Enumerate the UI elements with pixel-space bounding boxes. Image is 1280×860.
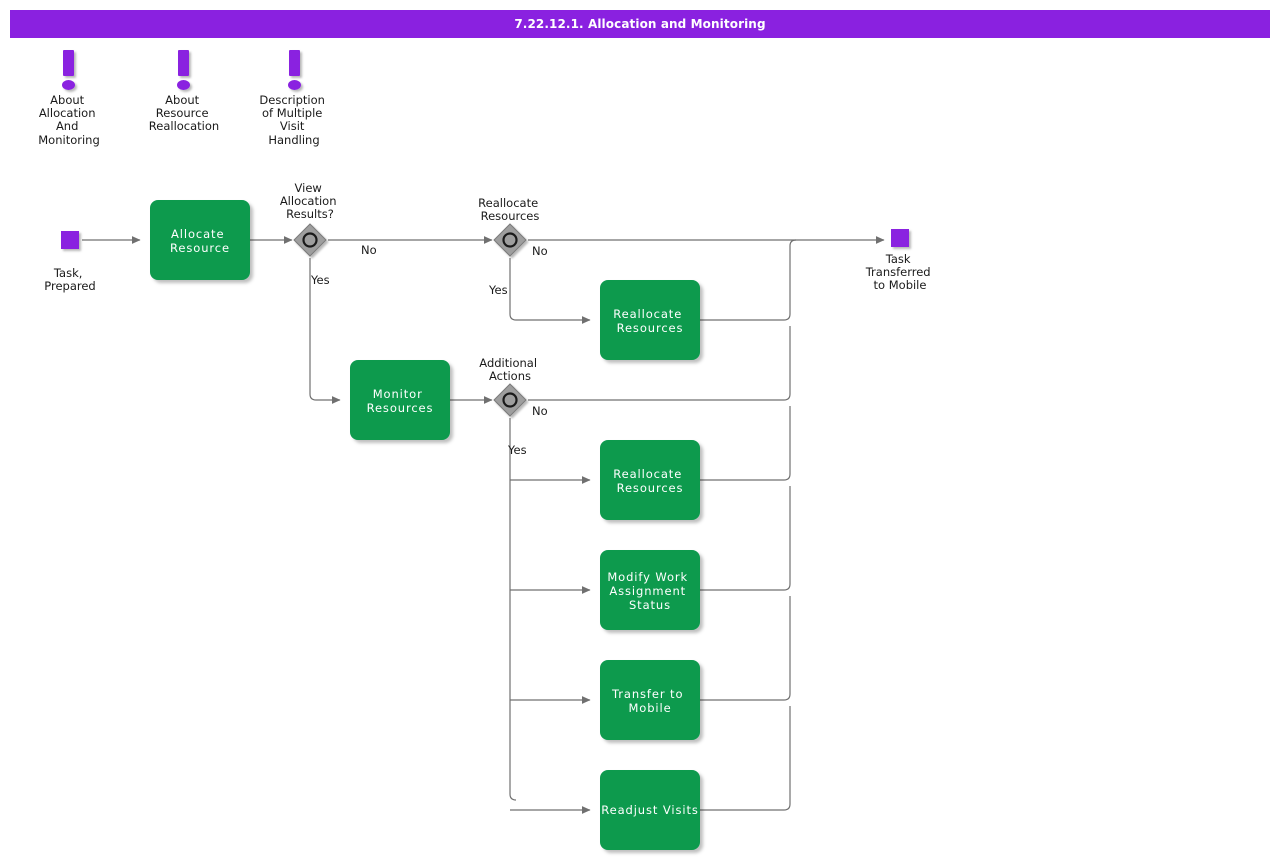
connector-modify-status-to-collector — [700, 486, 791, 591]
connector-layer — [82, 236, 885, 814]
event-task-transferred-to-mobile[interactable]: Task Transferred to Mobile — [865, 229, 935, 292]
event-label-task-transferred: Task Transferred to Mobile — [865, 252, 935, 292]
connector-readjust-visits-to-collector — [700, 706, 791, 811]
exclamation-note-icon[interactable] — [63, 50, 74, 76]
event-label-task-prepared: Task, Prepared — [44, 266, 95, 293]
start-event-icon[interactable] — [61, 231, 79, 249]
exclamation-note-dot-icon — [62, 80, 75, 90]
note-label-0: About Allocation And Monitoring — [38, 93, 100, 147]
exclamation-note-icon[interactable] — [289, 50, 300, 76]
note-group-1[interactable]: About Resource Reallocation — [149, 50, 219, 133]
edge-label-reallocate-no: No — [532, 244, 548, 258]
gateway-view-allocation-results[interactable]: View Allocation Results? — [280, 181, 340, 257]
edge-label-additional-actions-yes: Yes — [507, 443, 527, 457]
task-reallocate-resources-1[interactable]: Reallocate Resources — [600, 280, 700, 360]
gateway-label: Additional Actions — [479, 356, 540, 383]
task-monitor-resources[interactable]: Monitor Resources — [350, 360, 450, 440]
note-group-0[interactable]: About Allocation And Monitoring — [38, 50, 100, 147]
connector-additional-yes-trunk — [509, 418, 517, 801]
connector-reallocate-yes-to-task1 — [509, 258, 591, 324]
edge-label-view-allocation-yes: Yes — [310, 273, 330, 287]
connector-transfer-mobile-to-collector — [700, 596, 791, 701]
exclamation-note-icon[interactable] — [178, 50, 189, 76]
connector-reallocate2-to-collector — [700, 406, 791, 481]
edge-label-additional-actions-no: No — [532, 404, 548, 418]
end-event-icon[interactable] — [891, 229, 909, 247]
task-transfer-to-mobile[interactable]: Transfer to Mobile — [600, 660, 700, 740]
gateway-label: Reallocate Resources — [478, 196, 542, 223]
task-label: Monitor Resources — [367, 387, 434, 415]
edge-label-reallocate-yes: Yes — [488, 283, 508, 297]
task-label: Reallocate Resources — [613, 307, 687, 335]
task-label: Allocate Resource — [170, 227, 230, 255]
task-reallocate-resources-2[interactable]: Reallocate Resources — [600, 440, 700, 520]
task-label: Reallocate Resources — [613, 467, 687, 495]
task-label: Readjust Visits — [601, 803, 699, 817]
task-modify-work-assignment-status[interactable]: Modify Work Assignment Status — [600, 550, 700, 630]
gateway-label: View Allocation Results? — [280, 181, 340, 221]
connector-task1-to-collector — [700, 239, 797, 321]
task-readjust-visits[interactable]: Readjust Visits — [600, 770, 700, 850]
edge-label-view-allocation-no: No — [361, 243, 377, 257]
exclamation-note-dot-icon — [288, 80, 301, 90]
gateway-diamond-icon[interactable] — [493, 223, 527, 257]
note-label-2: Description of Multiple Visit Handling — [259, 93, 328, 147]
diagram-svg: About Allocation And Monitoring About Re… — [38, 50, 935, 850]
note-label-1: About Resource Reallocation — [149, 93, 219, 133]
flowchart-canvas: 7.22.12.1. Allocation and Monitoring Abo… — [0, 0, 1280, 860]
note-group-2[interactable]: Description of Multiple Visit Handling — [259, 50, 328, 147]
task-allocate-resource[interactable]: Allocate Resource — [150, 200, 250, 280]
gateway-diamond-icon[interactable] — [293, 223, 327, 257]
gateway-diamond-icon[interactable] — [493, 383, 527, 417]
exclamation-note-dot-icon — [177, 80, 190, 90]
